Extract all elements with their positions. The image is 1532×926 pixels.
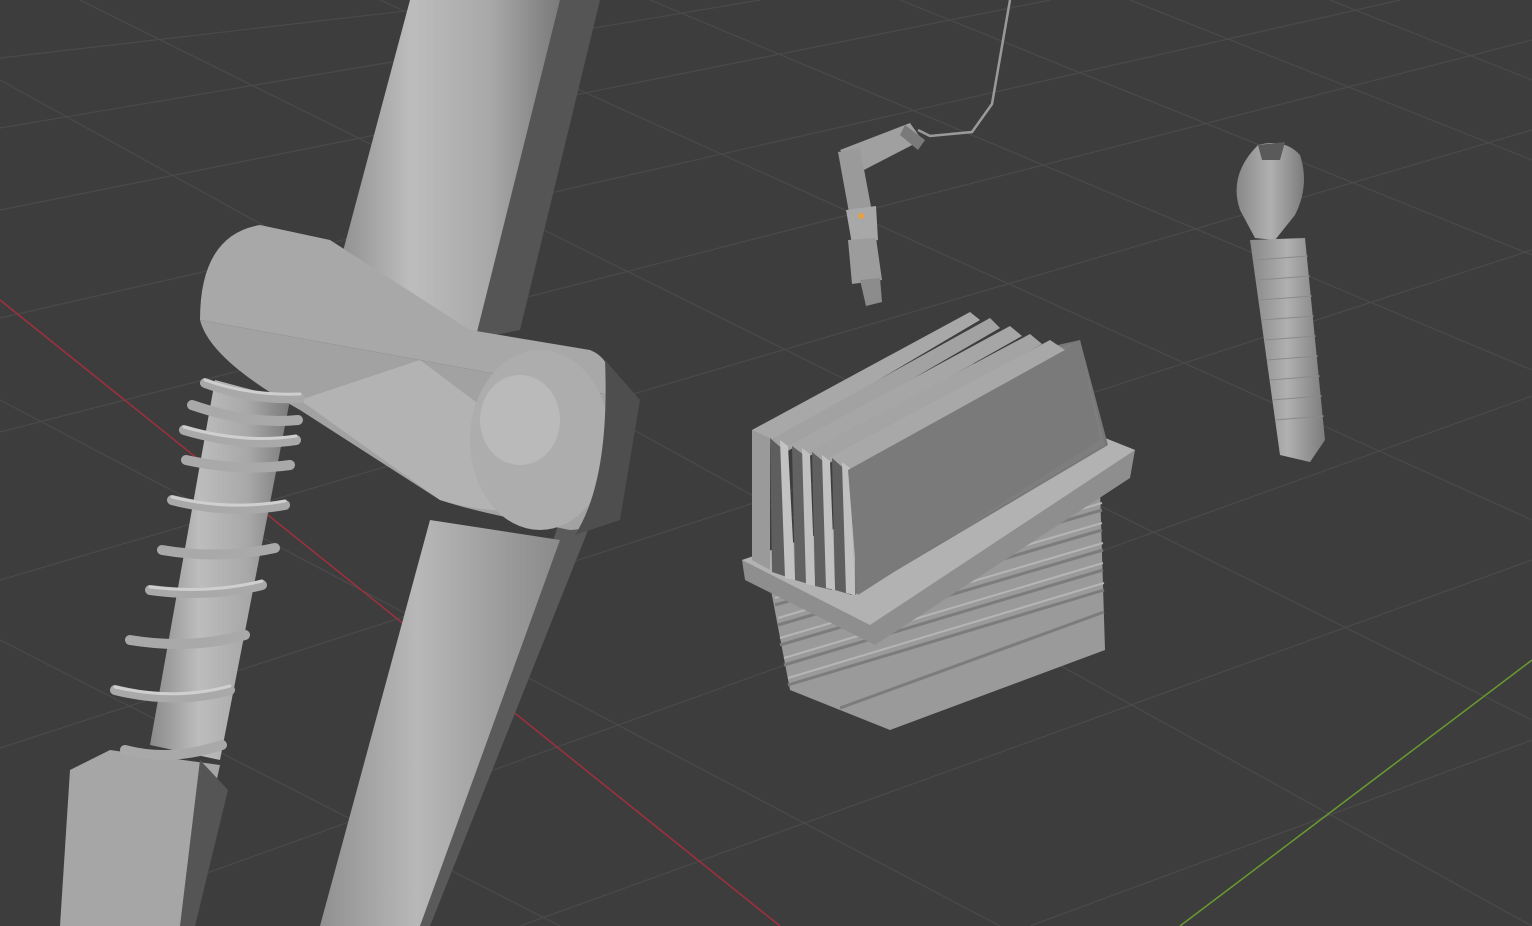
spark-plug-mesh[interactable]: [1236, 142, 1325, 462]
3d-viewport[interactable]: [0, 0, 1532, 926]
bent-connector-mesh[interactable]: [838, 123, 925, 306]
y-axis-line: [1179, 659, 1532, 926]
coil-spring-mesh[interactable]: [60, 378, 305, 926]
origin-point: [858, 213, 864, 219]
engine-cylinder-mesh[interactable]: [742, 312, 1135, 730]
viewport-canvas[interactable]: [0, 0, 1532, 926]
wire-curve[interactable]: [917, 0, 1012, 138]
